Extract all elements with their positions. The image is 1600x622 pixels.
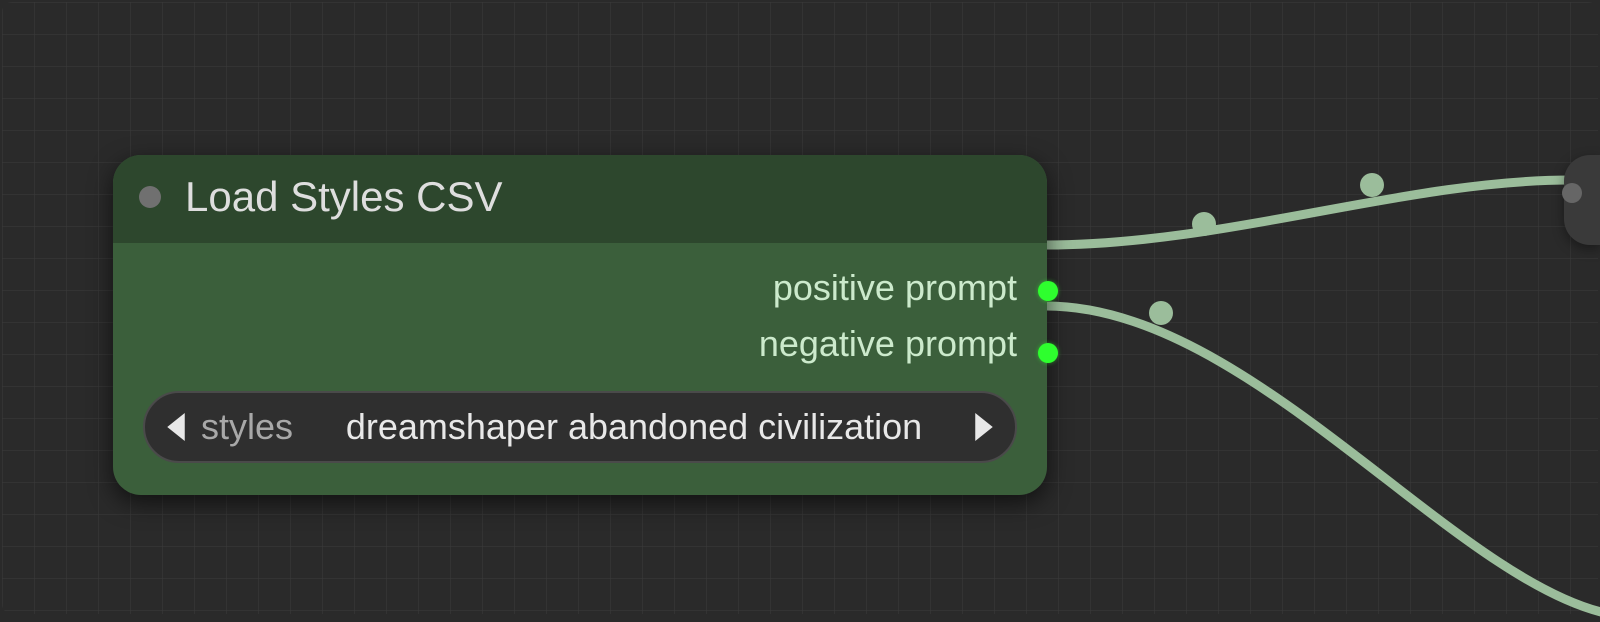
output-port-negative[interactable] [1038,343,1058,363]
node-header[interactable]: Load Styles CSV [113,155,1047,243]
styles-selector[interactable]: styles dreamshaper abandoned civilizatio… [143,391,1017,463]
previous-arrow-icon[interactable] [167,413,185,441]
output-port-positive[interactable] [1038,281,1058,301]
output-label: positive prompt [773,267,1017,309]
node-body: positive prompt negative prompt styles d… [113,243,1047,495]
node-title: Load Styles CSV [185,173,503,221]
output-label: negative prompt [759,323,1017,365]
next-arrow-icon[interactable] [975,413,993,441]
adjacent-node[interactable] [1564,155,1600,245]
node-status-indicator [139,186,161,208]
widget-value[interactable]: dreamshaper abandoned civilization [305,406,963,448]
output-negative-prompt[interactable]: negative prompt [143,323,1017,365]
widget-label: styles [201,406,293,448]
input-port[interactable] [1562,183,1582,203]
node-load-styles-csv[interactable]: Load Styles CSV positive prompt negative… [113,155,1047,495]
output-positive-prompt[interactable]: positive prompt [143,267,1017,309]
